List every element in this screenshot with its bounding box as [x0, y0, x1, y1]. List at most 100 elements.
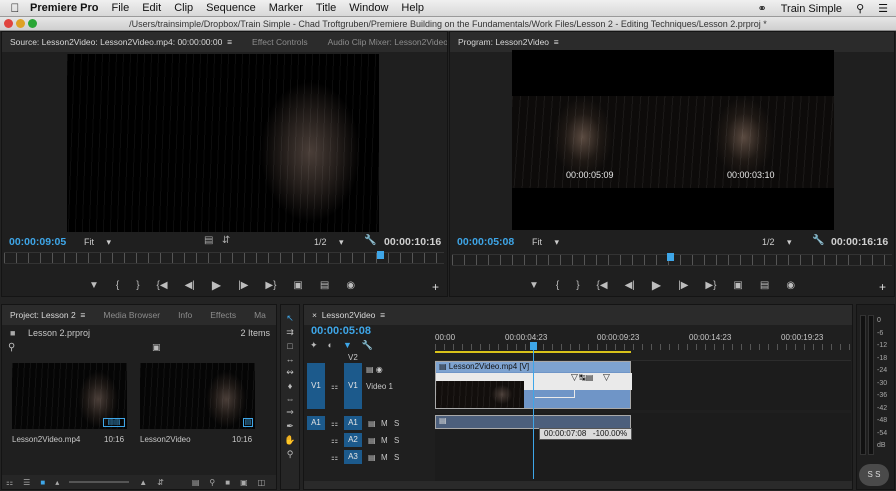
program-playhead[interactable] — [666, 253, 674, 261]
track-select-tool-icon[interactable]: ⇉ — [286, 327, 294, 338]
lock-track-icon[interactable]: ⚏ — [331, 419, 338, 428]
menu-window[interactable]: Window — [349, 2, 388, 14]
source-button-editor-icon[interactable]: + — [432, 280, 439, 294]
track-target-a2[interactable]: A2 — [344, 433, 362, 447]
track-target-a1[interactable]: A1 — [344, 416, 362, 430]
tab-project[interactable]: Project: Lesson 2 ≡ — [10, 310, 85, 320]
add-marker-icon[interactable]: ▼ — [343, 340, 352, 351]
safe-margins-icon[interactable]: ▤ — [204, 235, 213, 246]
program-playhead-timecode[interactable]: 00:00:05:08 — [457, 236, 514, 248]
new-bin-icon[interactable]: ▣ — [152, 342, 161, 353]
keyframe-marker-icon[interactable]: ▽ — [603, 372, 610, 383]
thumbnail-zoom-slider[interactable] — [69, 481, 130, 483]
timeline-playhead-line[interactable] — [533, 349, 534, 479]
menu-marker[interactable]: Marker — [269, 2, 303, 14]
mark-in-icon[interactable]: { — [116, 280, 119, 291]
menu-edit[interactable]: Edit — [142, 2, 161, 14]
voice-over-icon[interactable]: ▤ — [368, 436, 376, 445]
source-settings-wrench-icon[interactable]: 🔧 — [364, 235, 376, 246]
automate-to-sequence-icon[interactable]: ▤ — [192, 478, 200, 487]
program-fit-dropdown[interactable]: Fit ▾ — [532, 237, 559, 248]
tab-more[interactable]: Ma — [254, 310, 266, 320]
track-target-a3[interactable]: A3 — [344, 450, 362, 464]
menu-help[interactable]: Help — [401, 2, 424, 14]
extract-icon[interactable]: ▤ — [760, 280, 769, 291]
slide-tool-icon[interactable]: ⇒ — [286, 407, 294, 418]
program-settings-wrench-icon[interactable]: 🔧 — [812, 235, 824, 246]
timeline-settings-wrench-icon[interactable]: 🔧 — [362, 340, 373, 351]
zoom-tool-icon[interactable]: ⚲ — [287, 449, 294, 460]
selection-tool-icon[interactable]: ↖ — [286, 313, 294, 324]
mark-out-icon[interactable]: } — [136, 280, 139, 291]
source-playhead-timecode[interactable]: 00:00:09:05 — [9, 236, 66, 248]
step-forward-icon[interactable]: |▶ — [678, 280, 688, 291]
tab-sequence[interactable]: × Lesson2Video ≡ — [312, 310, 385, 320]
user-name[interactable]: Train Simple — [781, 3, 842, 15]
go-to-out-icon[interactable]: ▶} — [705, 280, 716, 291]
trash-icon[interactable]: ◫ — [258, 478, 266, 487]
voice-over-icon[interactable]: ▤ — [368, 453, 376, 462]
spotlight-search-icon[interactable]: ⚲ — [856, 2, 864, 15]
lift-icon[interactable]: ▣ — [733, 280, 742, 291]
track-target-v1[interactable]: V1 — [344, 363, 362, 409]
lock-track-icon[interactable]: ⚏ — [331, 382, 338, 391]
rate-stretch-tool-icon[interactable]: ↭ — [286, 367, 294, 378]
program-button-editor-icon[interactable]: + — [879, 280, 886, 294]
play-icon[interactable]: ▶ — [212, 278, 221, 292]
snap-icon[interactable]: ✦ — [310, 340, 318, 351]
sync-lock-icon[interactable]: ▤ ◉ — [366, 365, 383, 374]
mark-in-icon[interactable]: { — [556, 280, 559, 291]
source-resolution-dropdown[interactable]: 1/2 ▾ — [314, 237, 344, 248]
tab-audio-clip-mixer[interactable]: Audio Clip Mixer: Lesson2Video — [328, 37, 447, 47]
program-video-frame[interactable]: 00:00:05:09 00:00:03:10 — [512, 50, 834, 230]
source-playhead[interactable] — [377, 251, 385, 259]
tab-source[interactable]: Source: Lesson2Video: Lesson2Video.mp4: … — [10, 37, 232, 47]
tab-media-browser[interactable]: Media Browser — [103, 310, 160, 320]
mute-button[interactable]: M — [381, 419, 388, 428]
add-marker-icon[interactable]: ▼ — [529, 280, 539, 291]
pen-tool-icon[interactable]: ✒ — [286, 421, 294, 432]
step-back-icon[interactable]: ◀| — [185, 280, 195, 291]
menu-clip[interactable]: Clip — [174, 2, 193, 14]
export-frame-icon[interactable]: ◉ — [786, 280, 795, 291]
go-to-in-icon[interactable]: {◀ — [597, 280, 608, 291]
new-bin-footer-icon[interactable]: ■ — [225, 478, 230, 487]
project-thumbnail-clip[interactable]: ▤▤ — [12, 363, 127, 429]
meter-solo-buttons[interactable]: S S — [859, 464, 889, 486]
mute-button[interactable]: M — [381, 453, 388, 462]
timeline-horizontal-scrollbar[interactable] — [304, 481, 852, 489]
hand-tool-icon[interactable]: ✋ — [284, 435, 295, 446]
menu-title[interactable]: Title — [316, 2, 336, 14]
source-patch-a1[interactable]: A1 — [307, 416, 325, 430]
close-window-icon[interactable] — [4, 19, 13, 28]
insert-icon[interactable]: ▣ — [293, 280, 302, 291]
razor-tool-icon[interactable]: ♦ — [288, 381, 293, 391]
go-to-out-icon[interactable]: ▶} — [265, 280, 276, 291]
insert-marker-icon[interactable]: ⇵ — [222, 235, 230, 246]
timeline-playhead-timecode[interactable]: 00:00:05:08 — [311, 325, 371, 337]
lock-track-icon[interactable]: ⚏ — [331, 436, 338, 445]
menu-file[interactable]: File — [111, 2, 129, 14]
source-fit-dropdown[interactable]: Fit ▾ — [84, 237, 111, 248]
add-marker-icon[interactable]: ▼ — [89, 280, 99, 291]
lock-track-icon[interactable]: ⚏ — [331, 453, 338, 462]
tab-program[interactable]: Program: Lesson2Video ≡ — [458, 37, 559, 47]
minimize-window-icon[interactable] — [16, 19, 25, 28]
project-search-input[interactable] — [20, 343, 140, 353]
lock-icon[interactable]: ⚏ — [6, 478, 13, 487]
keyframe-marker-icon[interactable]: ▽ — [571, 372, 578, 383]
creative-cloud-icon[interactable]: ⚭ — [758, 2, 767, 15]
time-remap-cursor-icon[interactable]: ↹▤ — [579, 373, 593, 382]
linked-selection-icon[interactable]: ◐ — [328, 340, 333, 351]
project-thumbnail-sequence[interactable]: ▤ — [140, 363, 255, 429]
slip-tool-icon[interactable]: ⇔ — [286, 394, 295, 404]
icon-view-icon[interactable]: ■ — [40, 478, 45, 487]
solo-button[interactable]: S — [394, 419, 399, 428]
source-patch-v1[interactable]: V1 — [307, 363, 325, 409]
find-icon[interactable]: ⚲ — [209, 478, 215, 487]
apple-icon[interactable]:  — [0, 1, 30, 15]
step-forward-icon[interactable]: |▶ — [238, 280, 248, 291]
rolling-edit-tool-icon[interactable]: ↔ — [286, 354, 295, 364]
zoom-window-icon[interactable] — [28, 19, 37, 28]
tab-info[interactable]: Info — [178, 310, 192, 320]
